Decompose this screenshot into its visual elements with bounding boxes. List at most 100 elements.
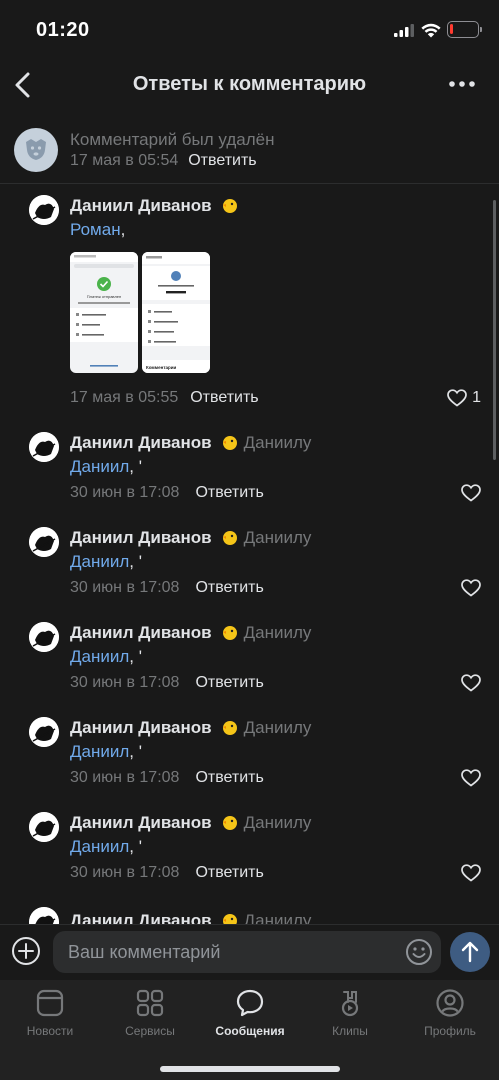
payment-sent-label: Платеж отправлен	[87, 294, 121, 299]
comment-meta: 30 июн в 17:08 Ответить	[70, 864, 264, 882]
comment-meta: 30 июн в 17:08 Ответить	[70, 769, 264, 787]
send-button[interactable]	[450, 932, 490, 972]
comment-text-rest: , '	[129, 457, 142, 476]
tab-profile[interactable]: Профиль	[400, 988, 499, 1038]
avatar[interactable]	[29, 907, 59, 924]
chick-emoji-icon	[222, 626, 237, 640]
comment-text-rest: ,	[120, 220, 126, 239]
comment-item: Даниил Диванов Роман, Платеж отправлен К…	[0, 195, 499, 415]
comment-item: Даниил Диванов Даниилу	[0, 907, 499, 924]
heart-icon[interactable]	[461, 484, 481, 502]
comment-author-line: Даниил Диванов Даниилу	[70, 813, 311, 833]
reply-to-name[interactable]: Даниилу	[244, 433, 312, 452]
heart-icon[interactable]	[447, 389, 467, 407]
reply-to-name[interactable]: Даниилу	[244, 623, 312, 642]
comment-meta: 30 июн в 17:08 Ответить	[70, 674, 264, 692]
parent-comment: Комментарий был удалён 17 мая в 05:54 Отв…	[0, 120, 499, 184]
comment-text: Даниил, '	[70, 837, 142, 857]
avatar-image	[29, 527, 59, 557]
add-attachment-icon[interactable]	[11, 936, 41, 966]
avatar-image	[29, 432, 59, 462]
comment-author-line: Даниил Диванов	[70, 196, 238, 216]
cellular-signal-icon	[394, 24, 414, 37]
reply-button[interactable]: Ответить	[195, 769, 263, 786]
mention-link[interactable]: Даниил	[70, 742, 129, 761]
reply-button[interactable]: Ответить	[195, 674, 263, 691]
top-navigation: Ответы к комментарию	[0, 60, 499, 110]
comment-text: Даниил, '	[70, 457, 142, 477]
tab-label: Профиль	[424, 1024, 476, 1038]
reply-button[interactable]: Ответить	[188, 152, 256, 169]
reply-to-name[interactable]: Даниилу	[244, 813, 312, 832]
reply-to-name[interactable]: Даниилу	[244, 911, 312, 924]
author-name[interactable]: Даниил Диванов	[70, 433, 212, 452]
comment-meta: 30 июн в 17:08 Ответить	[70, 579, 264, 597]
heart-icon[interactable]	[461, 864, 481, 882]
comment-text: Даниил, '	[70, 647, 142, 667]
history-screenshot: Комментарии	[142, 252, 210, 373]
attached-photo[interactable]: Платеж отправлен	[70, 252, 138, 373]
avatar-image	[29, 622, 59, 652]
mention-link[interactable]: Даниил	[70, 457, 129, 476]
comment-meta: 17 мая в 05:54 Ответить	[70, 152, 257, 170]
comment-item: Даниил Диванов Даниилу Даниил, ' 30 июн в…	[0, 432, 499, 512]
avatar[interactable]	[29, 432, 59, 462]
emoji-smile-icon[interactable]	[405, 938, 433, 966]
author-name[interactable]: Даниил Диванов	[70, 528, 212, 547]
author-name[interactable]: Даниил Диванов	[70, 911, 212, 924]
comment-date: 30 июн в 17:08	[70, 864, 180, 881]
reply-to-name[interactable]: Даниилу	[244, 718, 312, 737]
author-name[interactable]: Даниил Диванов	[70, 718, 212, 737]
tab-clips[interactable]: Клипы	[300, 988, 400, 1038]
heart-icon[interactable]	[461, 674, 481, 692]
comment-author-line: Даниил Диванов Даниилу	[70, 718, 311, 738]
arrow-up-icon	[461, 941, 479, 963]
avatar[interactable]	[29, 812, 59, 842]
payment-screenshot: Платеж отправлен	[70, 252, 138, 373]
news-icon	[36, 989, 64, 1017]
tab-messages[interactable]: Сообщения	[200, 988, 300, 1038]
reply-button[interactable]: Ответить	[195, 864, 263, 881]
avatar[interactable]	[29, 717, 59, 747]
back-arrow-icon[interactable]	[12, 68, 36, 102]
like-count: 1	[472, 389, 481, 406]
author-name[interactable]: Даниил Диванов	[70, 813, 212, 832]
reply-button[interactable]: Ответить	[195, 579, 263, 596]
chick-emoji-icon	[222, 531, 237, 545]
heart-icon[interactable]	[461, 579, 481, 597]
comment-input[interactable]: Ваш комментарий	[53, 931, 441, 973]
heart-icon[interactable]	[461, 769, 481, 787]
tab-label: Сообщения	[215, 1024, 285, 1038]
attached-photos: Платеж отправлен Комментарии	[70, 252, 210, 373]
mention-link[interactable]: Даниил	[70, 647, 129, 666]
chick-emoji-icon	[222, 436, 237, 450]
more-options-icon[interactable]	[446, 74, 478, 94]
mention-link[interactable]: Даниил	[70, 837, 129, 856]
reply-button[interactable]: Ответить	[190, 389, 258, 406]
comment-item: Даниил Диванов Даниилу Даниил, ' 30 июн в…	[0, 812, 499, 892]
messages-icon	[236, 989, 264, 1017]
avatar[interactable]	[29, 622, 59, 652]
author-name[interactable]: Даниил Диванов	[70, 623, 212, 642]
tab-news[interactable]: Новости	[0, 988, 100, 1038]
reply-button[interactable]: Ответить	[195, 484, 263, 501]
wifi-icon	[421, 23, 441, 38]
author-name[interactable]: Даниил Диванов	[70, 196, 212, 215]
avatar-image	[29, 195, 59, 225]
mention-link[interactable]: Даниил	[70, 552, 129, 571]
comment-item: Даниил Диванов Даниилу Даниил, ' 30 июн в…	[0, 622, 499, 702]
avatar[interactable]	[29, 195, 59, 225]
comment-item: Даниил Диванов Даниилу Даниил, ' 30 июн в…	[0, 527, 499, 607]
comment-item: Даниил Диванов Даниилу Даниил, ' 30 июн в…	[0, 717, 499, 797]
status-time: 01:20	[36, 19, 90, 41]
comment-author-line: Даниил Диванов Даниилу	[70, 623, 311, 643]
attached-photo[interactable]: Комментарии	[142, 252, 210, 373]
scrollbar[interactable]	[493, 200, 496, 460]
avatar[interactable]	[29, 527, 59, 557]
comment-text: Роман,	[70, 220, 125, 240]
mention-link[interactable]: Роман	[70, 220, 121, 239]
deleted-comment-text: Комментарий был удалён	[70, 130, 275, 149]
tab-services[interactable]: Сервисы	[100, 988, 200, 1038]
reply-to-name[interactable]: Даниилу	[244, 528, 312, 547]
comments-header-label: Комментарии	[146, 365, 177, 370]
